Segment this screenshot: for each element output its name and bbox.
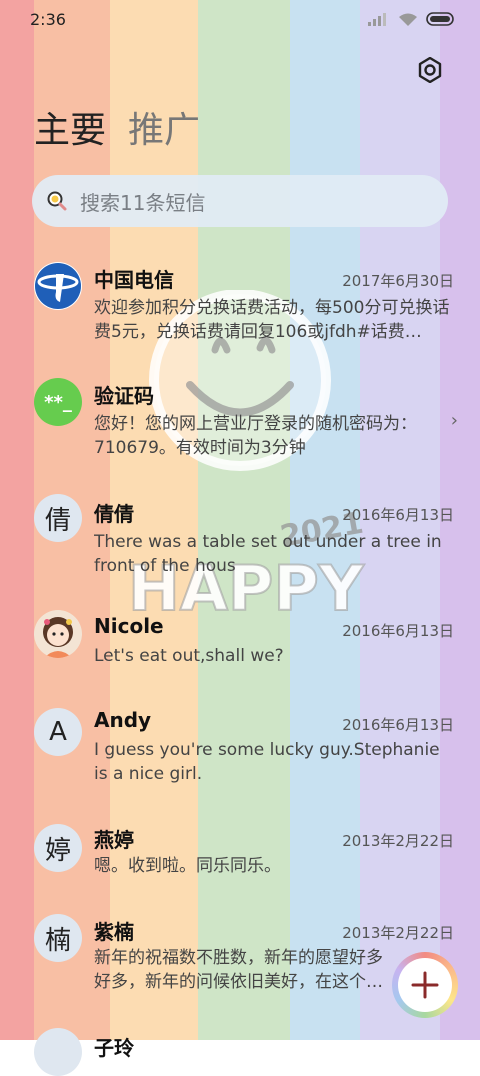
avatar: 楠 <box>34 914 82 962</box>
new-message-button[interactable] <box>392 952 458 1018</box>
message-preview: 嗯。收到啦。同乐同乐。 <box>94 856 281 876</box>
message-date: 2016年6月13日 <box>342 622 454 640</box>
contact-name: 倩倩 <box>94 502 134 526</box>
tab-bar: 主要 推广 <box>34 108 200 154</box>
chevron-right-icon[interactable]: › <box>451 410 458 431</box>
avatar <box>34 262 82 310</box>
plus-icon <box>411 971 439 999</box>
message-date: 2016年6月13日 <box>342 506 454 524</box>
avatar: **_ <box>34 378 82 426</box>
message-date: 2017年6月30日 <box>342 272 454 290</box>
tab-primary[interactable]: 主要 <box>34 108 106 154</box>
battery-icon <box>426 12 454 26</box>
status-time: 2:36 <box>30 10 66 29</box>
settings-button[interactable] <box>414 54 446 86</box>
contact-name: Andy <box>94 708 152 732</box>
search-bar[interactable]: 搜索11条短信 <box>32 175 448 227</box>
message-preview: I guess you're some lucky guy.Stephanie … <box>94 740 440 784</box>
contact-name: 中国电信 <box>94 268 174 292</box>
avatar: 倩 <box>34 494 82 542</box>
message-date: 2016年6月13日 <box>342 716 454 734</box>
search-icon <box>47 191 67 211</box>
avatar <box>34 1028 82 1076</box>
search-placeholder: 搜索11条短信 <box>80 190 206 215</box>
avatar: A <box>34 708 82 756</box>
china-telecom-logo-icon <box>35 263 81 309</box>
avatar: 婷 <box>34 824 82 872</box>
status-bar: 2:36 <box>0 0 480 40</box>
avatar-photo-icon <box>34 610 82 658</box>
contact-name: 紫楠 <box>94 920 134 944</box>
message-date: 2013年2月22日 <box>342 924 454 942</box>
signal-icon <box>368 13 386 26</box>
contact-name: Nicole <box>94 614 164 638</box>
gear-icon <box>418 57 442 83</box>
message-preview: There was a table set out under a tree i… <box>94 532 442 576</box>
contact-name: 子玲 <box>94 1036 134 1060</box>
contact-name: 验证码 <box>94 384 154 408</box>
message-preview: Let's eat out,shall we? <box>94 646 284 666</box>
message-date: 2013年2月22日 <box>342 832 454 850</box>
avatar <box>34 610 82 658</box>
tab-promotions[interactable]: 推广 <box>128 108 200 154</box>
message-preview: 新年的祝福数不胜数，新年的愿望好多好多，新年的问候依旧美好，在这个温馨的时刻… <box>94 948 383 992</box>
fab-inner <box>398 958 452 1012</box>
message-preview: 欢迎参加积分兑换话费活动，每500分可兑换话费5元，兑换话费请回复106或jfd… <box>94 298 450 342</box>
contact-name: 燕婷 <box>94 828 134 852</box>
wifi-icon <box>399 13 417 26</box>
message-preview: 您好！您的网上营业厅登录的随机密码为：710679。有效时间为3分钟 <box>94 414 417 458</box>
